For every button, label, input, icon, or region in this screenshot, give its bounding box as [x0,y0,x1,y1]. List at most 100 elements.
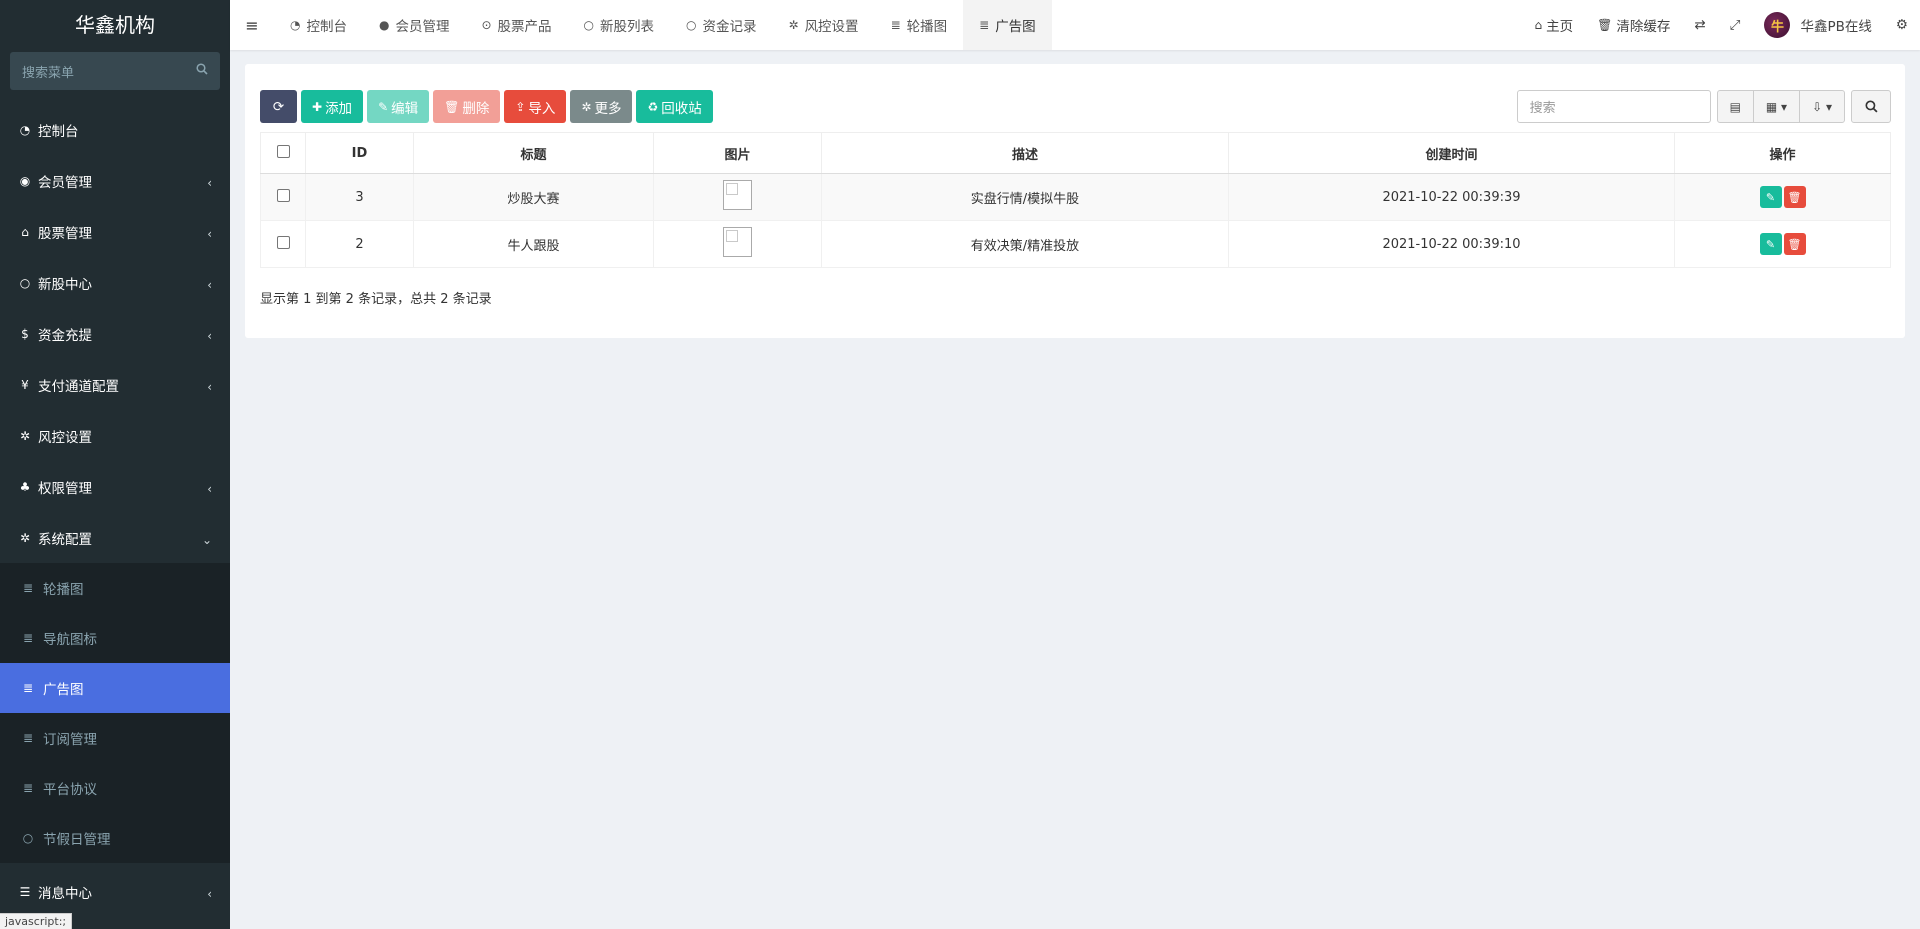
cell-created: 2021-10-22 00:39:39 [1228,173,1675,221]
menu-search-input[interactable]: 搜索菜单 [10,52,220,90]
sidebar-subitem-subscriptions[interactable]: ≣ 订阅管理 [0,713,230,763]
columns-button[interactable]: ▦ ▾ [1754,91,1801,122]
data-table: ID 标题 图片 描述 创建时间 操作 3 炒股大赛 实盘行情/模拟牛股 202… [260,132,1891,268]
sidebar-subitem-ads[interactable]: ≣ 广告图 [0,663,230,713]
cell-id: 2 [305,220,414,268]
gear-icon: ✲ [19,428,31,443]
add-button[interactable]: ✚ 添加 [301,90,364,123]
column-header-title[interactable]: 标题 [413,132,654,174]
bank-icon: ⌂ [21,224,29,239]
cell-image [653,220,822,268]
sidebar-subitem-agreements[interactable]: ≣ 平台协议 [0,763,230,813]
trash-icon: 🗑 [1787,190,1802,204]
card-view-icon: ▤ [1729,99,1741,114]
sidebar-item-members[interactable]: ◉ 会员管理 ‹ [0,155,230,206]
home-link[interactable]: ⌂ 主页 [1523,0,1586,50]
users-icon: ♣ [19,479,31,494]
table-tools: 搜索 ▤ ▦ ▾ ⇩ ▾ [1516,90,1891,123]
sidebar-subitem-holidays[interactable]: ○ 节假日管理 [0,813,230,863]
settings-icon[interactable]: ⚙ [1884,0,1920,50]
list-icon: ≣ [22,631,34,645]
advanced-search-button[interactable] [1851,90,1891,123]
sidebar-subitem-carousel[interactable]: ≣ 轮播图 [0,563,230,613]
sidebar-subitem-label: 平台协议 [43,782,97,798]
tab-label: 控制台 [306,19,347,35]
recycle-icon: ♻ [647,99,659,114]
sidebar-item-system[interactable]: ✲ 系统配置 ⌄ [0,512,230,563]
edit-button[interactable]: ✎ 编辑 [367,90,430,123]
broken-image-icon[interactable] [723,227,752,257]
menu-toggle-icon[interactable]: ≡ [230,0,274,50]
tab-dashboard[interactable]: ◔ 控制台 [274,0,363,50]
sidebar-item-label: 资金充提 [38,327,92,344]
chevron-down-icon: ⌄ [201,532,212,547]
sidebar-item-label: 消息中心 [38,886,92,902]
sidebar-item-permissions[interactable]: ♣ 权限管理 ‹ [0,461,230,512]
list-icon: ≣ [979,18,990,32]
tab-label: 新股列表 [600,19,655,35]
recycle-bin-button[interactable]: ♻ 回收站 [636,90,713,123]
tab-ads[interactable]: ≣ 广告图 [963,0,1052,50]
row-delete-button[interactable]: 🗑 [1783,233,1806,255]
language-toggle-icon[interactable]: ⇄ [1682,0,1717,50]
sidebar-item-funds[interactable]: $ 资金充提 ‹ [0,308,230,359]
clear-cache-button[interactable]: 🗑 清除缓存 [1585,0,1682,50]
import-button[interactable]: ⇪ 导入 [504,90,567,123]
sidebar-subitem-label: 节假日管理 [43,832,111,848]
row-edit-button[interactable]: ✎ [1759,233,1782,255]
list-icon: ☰ [19,885,31,899]
refresh-icon: ⟳ [272,98,285,115]
brand-logo[interactable]: 华鑫机构 [0,0,230,50]
toggle-view-button[interactable]: ▤ [1718,91,1754,122]
row-edit-button[interactable]: ✎ [1759,186,1782,208]
sidebar-item-risk[interactable]: ✲ 风控设置 [0,410,230,461]
column-header-image[interactable]: 图片 [653,132,822,174]
tab-label: 风控设置 [804,19,859,35]
sidebar-item-dashboard[interactable]: ◔ 控制台 [0,104,230,155]
column-header-id[interactable]: ID [305,132,414,174]
row-checkbox[interactable] [276,235,290,249]
search-icon [196,63,208,79]
sidebar-subitem-label: 轮播图 [43,582,84,598]
row-delete-button[interactable]: 🗑 [1783,186,1806,208]
tab-risk-settings[interactable]: ✲ 风控设置 [773,0,875,50]
sidebar-item-ipo[interactable]: ○ 新股中心 ‹ [0,257,230,308]
sidebar-subitem-nav-icons[interactable]: ≣ 导航图标 [0,613,230,663]
row-checkbox[interactable] [276,188,290,202]
search-icon [1864,100,1878,113]
chevron-left-icon: ‹ [207,481,212,496]
pagination-info: 显示第 1 到第 2 条记录，总共 2 条记录 [260,292,492,307]
select-all-header [260,132,306,174]
tab-stock-products[interactable]: ⊙ 股票产品 [465,0,567,50]
more-button[interactable]: ✲ 更多 [570,90,633,123]
list-icon: ≣ [22,681,34,695]
clear-cache-label: 清除缓存 [1616,19,1671,35]
cell-title: 牛人跟股 [413,220,654,268]
refresh-button[interactable]: ⟳ [260,90,297,123]
column-header-created[interactable]: 创建时间 [1228,132,1675,174]
user-menu[interactable]: 牛 华鑫PB在线 [1752,0,1883,50]
export-button[interactable]: ⇩ ▾ [1800,91,1844,122]
tab-members[interactable]: ● 会员管理 [363,0,465,50]
table-toolbar: ⟳ ✚ 添加 ✎ 编辑 🗑 删除 ⇪ 导入 ✲ 更多 ♻ 回收站 [260,90,713,123]
tab-label: 会员管理 [395,19,450,35]
tab-carousel[interactable]: ≣ 轮播图 [875,0,964,50]
column-header-description[interactable]: 描述 [821,132,1229,174]
sidebar-item-stocks[interactable]: ⌂ 股票管理 ‹ [0,206,230,257]
tab-ipo-list[interactable]: ○ 新股列表 [568,0,670,50]
sidebar-item-label: 会员管理 [38,174,92,191]
table-row: 2 牛人跟股 有效决策/精准投放 2021-10-22 00:39:10 ✎ 🗑 [260,220,1891,268]
list-icon: ≣ [22,581,34,595]
trash-icon: 🗑 [1787,237,1802,251]
dashboard-icon: ◔ [19,122,31,137]
delete-button[interactable]: 🗑 删除 [433,90,501,123]
sidebar-item-label: 系统配置 [38,531,92,548]
broken-image-icon[interactable] [723,180,752,210]
sidebar-item-payment[interactable]: ¥ 支付通道配置 ‹ [0,359,230,410]
tab-fund-records[interactable]: ○ 资金记录 [670,0,772,50]
table-search-input[interactable]: 搜索 [1516,90,1711,123]
home-icon: ⌂ [1534,18,1543,32]
fullscreen-icon[interactable]: ⤢ [1718,0,1753,50]
avatar: 牛 [1764,12,1791,38]
select-all-checkbox[interactable] [276,144,290,158]
